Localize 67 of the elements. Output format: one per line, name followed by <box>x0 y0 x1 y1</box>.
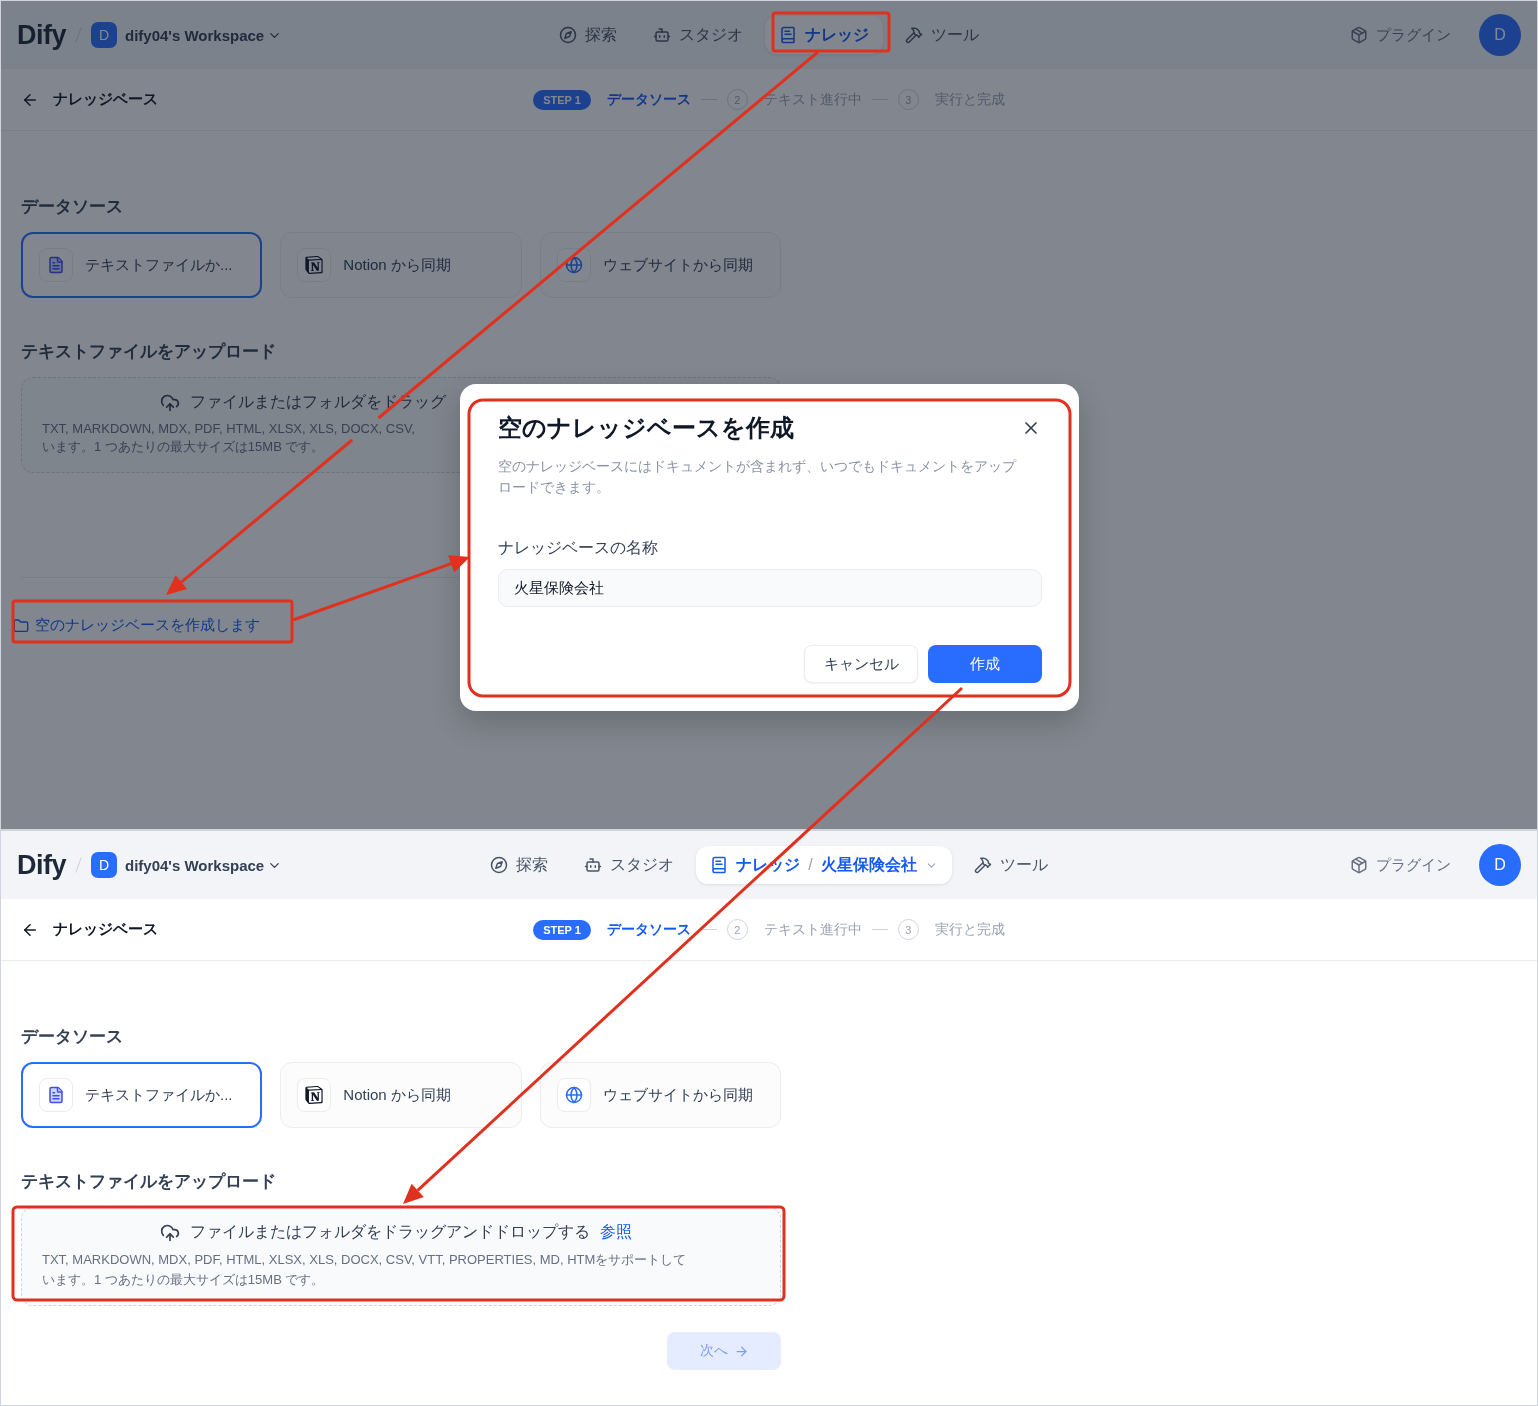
step-badge: STEP 1 <box>533 89 591 110</box>
step-label: テキスト進行中 <box>763 920 862 939</box>
nav-tab[interactable]: ツール <box>891 16 993 54</box>
compass-icon <box>559 26 577 44</box>
user-avatar[interactable]: D <box>1479 14 1521 56</box>
nav-tab[interactable]: スタジオ <box>639 16 757 54</box>
section-heading: データソース <box>21 1026 124 1048</box>
workspace-switcher[interactable]: dify04's Workspace <box>125 26 283 44</box>
robot-icon <box>653 26 671 44</box>
nav-tab[interactable]: ツール <box>959 846 1062 884</box>
document-icon <box>47 1086 65 1104</box>
cube-icon <box>1350 26 1368 44</box>
browse-link[interactable]: 参照 <box>600 1222 632 1243</box>
data-source-option[interactable]: テキストファイルか... <box>21 232 263 298</box>
nav-tab[interactable]: 探索 <box>476 846 563 884</box>
plugins-button[interactable]: プラグイン <box>1344 24 1457 46</box>
upload-hint: TXT, MARKDOWN, MDX, PDF, HTML, XLSX, XLS, DOCX, CSV, VTT, PROPERTIES, MD, HTMをサポートして <box>42 1251 687 1269</box>
plugins-button[interactable]: プラグイン <box>1344 854 1457 876</box>
upload-hint: います。1 つあたりの最大サイズは15MB です。 <box>42 1271 325 1289</box>
create-empty-knowledge-link[interactable]: 空のナレッジベースを作成します <box>13 616 260 635</box>
folder-icon <box>13 617 29 634</box>
cancel-button[interactable]: キャンセル <box>804 645 918 683</box>
data-source-option[interactable]: ウェブサイトから同期 <box>539 1062 781 1128</box>
globe-icon <box>564 256 583 274</box>
document-icon <box>47 256 65 274</box>
data-source-option[interactable]: Notion から同期 <box>280 232 522 298</box>
section-heading: データソース <box>21 196 124 218</box>
globe-icon <box>564 1086 583 1104</box>
data-source-option[interactable]: Notion から同期 <box>280 1062 522 1128</box>
cube-icon <box>1350 856 1368 874</box>
back-button[interactable]: ナレッジベース <box>21 920 534 939</box>
logo: Dify <box>17 849 66 881</box>
book-icon <box>779 26 797 44</box>
upload-dropzone[interactable]: ファイルまたはフォルダをドラッグアンドドロップする 参照 TXT, MARKDOWN, MDX, PDF, HTML, XLSX, XLS, DOCX, CSV, VTT, PROPERTIES, MD, HTMをサポートして います。1 つあたりの最大サイズは15MB です。 <box>21 1207 781 1306</box>
section-heading: テキストファイルをアップロード <box>21 1171 277 1193</box>
breadcrumb-separator: / <box>808 856 813 874</box>
section-heading: テキストファイルをアップロード <box>21 341 277 363</box>
workspace-avatar: D <box>91 22 117 48</box>
hammer-icon <box>973 856 992 874</box>
notion-icon <box>305 1086 324 1104</box>
name-input-field[interactable]: 火星保険会社 <box>498 569 1042 607</box>
hammer-icon <box>905 26 923 44</box>
upload-hint: います。1 つあたりの最大サイズは15MB です。 <box>42 438 325 456</box>
cloud-upload-icon <box>160 1222 180 1243</box>
compass-icon <box>490 856 509 874</box>
step-badge: STEP 1 <box>533 919 591 940</box>
robot-icon <box>584 856 603 874</box>
step-label: 実行と完成 <box>934 920 1005 939</box>
cloud-upload-icon <box>160 392 180 413</box>
upload-hint: TXT, MARKDOWN, MDX, PDF, HTML, XLSX, XLS, DOCX, CSV, <box>42 421 415 436</box>
logo: Dify <box>17 19 66 51</box>
back-button[interactable]: ナレッジベース <box>21 90 534 109</box>
upload-prompt: ファイルまたはフォルダをドラッグアンドドロップする <box>190 1222 590 1242</box>
book-icon <box>710 856 729 874</box>
user-avatar[interactable]: D <box>1479 844 1521 886</box>
notion-icon <box>305 256 324 274</box>
create-button[interactable]: 作成 <box>928 645 1042 683</box>
step-label: データソース <box>606 920 691 939</box>
workspace-avatar: D <box>91 852 117 878</box>
data-source-option[interactable]: ウェブサイトから同期 <box>539 232 781 298</box>
arrow-right-icon <box>733 1343 749 1359</box>
nav-tab[interactable]: 探索 <box>545 16 631 54</box>
step-label: データソース <box>606 90 691 109</box>
data-source-option[interactable]: テキストファイルか... <box>21 1062 263 1128</box>
workspace-switcher[interactable]: dify04's Workspace <box>125 856 283 874</box>
nav-tab[interactable]: スタジオ <box>570 846 689 884</box>
field-label: ナレッジベースの名称 <box>498 538 659 558</box>
